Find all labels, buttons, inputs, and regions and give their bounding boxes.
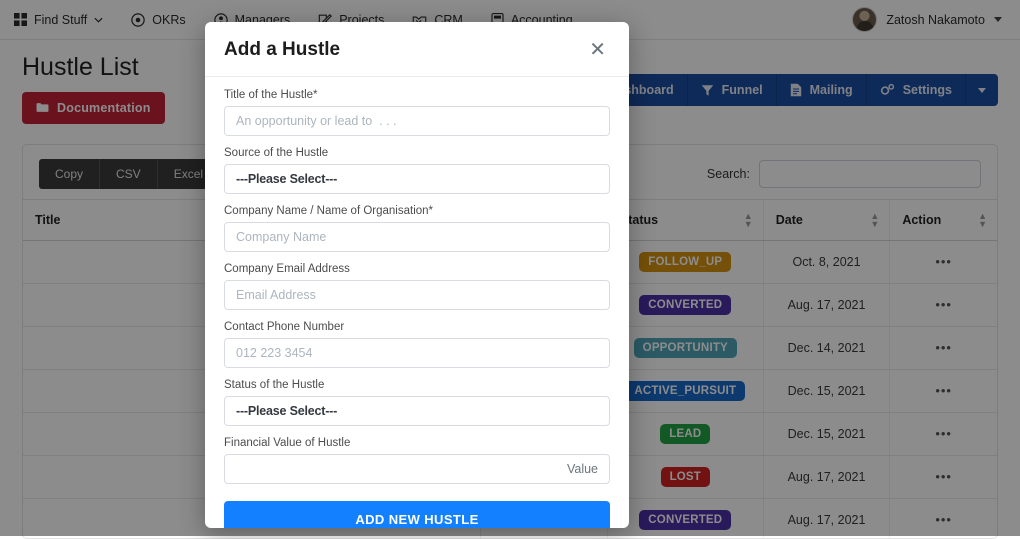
field-input[interactable] xyxy=(224,454,610,484)
field-label: Contact Phone Number xyxy=(224,321,345,333)
field-label: Financial Value of Hustle xyxy=(224,437,351,449)
field-group-6: Financial Value of Hustle xyxy=(224,437,610,484)
field-group-0: Title of the Hustle* xyxy=(224,89,610,136)
field-group-1: Source of the Hustle ---Please Select--- xyxy=(224,147,610,194)
field-input[interactable] xyxy=(224,280,610,310)
modal-title: Add a Hustle xyxy=(224,39,341,60)
modal-body: Title of the Hustle* Source of the Hustle… xyxy=(205,77,629,495)
field-select[interactable]: ---Please Select--- xyxy=(224,396,610,426)
modal-footer: ADD NEW HUSTLE xyxy=(205,495,629,528)
field-select[interactable]: ---Please Select--- xyxy=(224,164,610,194)
modal-header: Add a Hustle ✕ xyxy=(205,22,629,77)
field-input[interactable] xyxy=(224,222,610,252)
field-group-2: Company Name / Name of Organisation* xyxy=(224,205,610,252)
field-label: Company Name / Name of Organisation* xyxy=(224,205,434,217)
field-label: Company Email Address xyxy=(224,263,350,275)
field-input[interactable] xyxy=(224,338,610,368)
field-group-4: Contact Phone Number xyxy=(224,321,610,368)
field-label: Source of the Hustle xyxy=(224,147,329,159)
add-hustle-modal: Add a Hustle ✕ Title of the Hustle* Sourc… xyxy=(205,22,629,528)
field-label: Title of the Hustle* xyxy=(224,89,318,101)
close-icon[interactable]: ✕ xyxy=(585,38,610,62)
add-new-hustle-button[interactable]: ADD NEW HUSTLE xyxy=(224,501,610,528)
field-input[interactable] xyxy=(224,106,610,136)
field-group-3: Company Email Address xyxy=(224,263,610,310)
field-group-5: Status of the Hustle ---Please Select--- xyxy=(224,379,610,426)
field-label: Status of the Hustle xyxy=(224,379,325,391)
